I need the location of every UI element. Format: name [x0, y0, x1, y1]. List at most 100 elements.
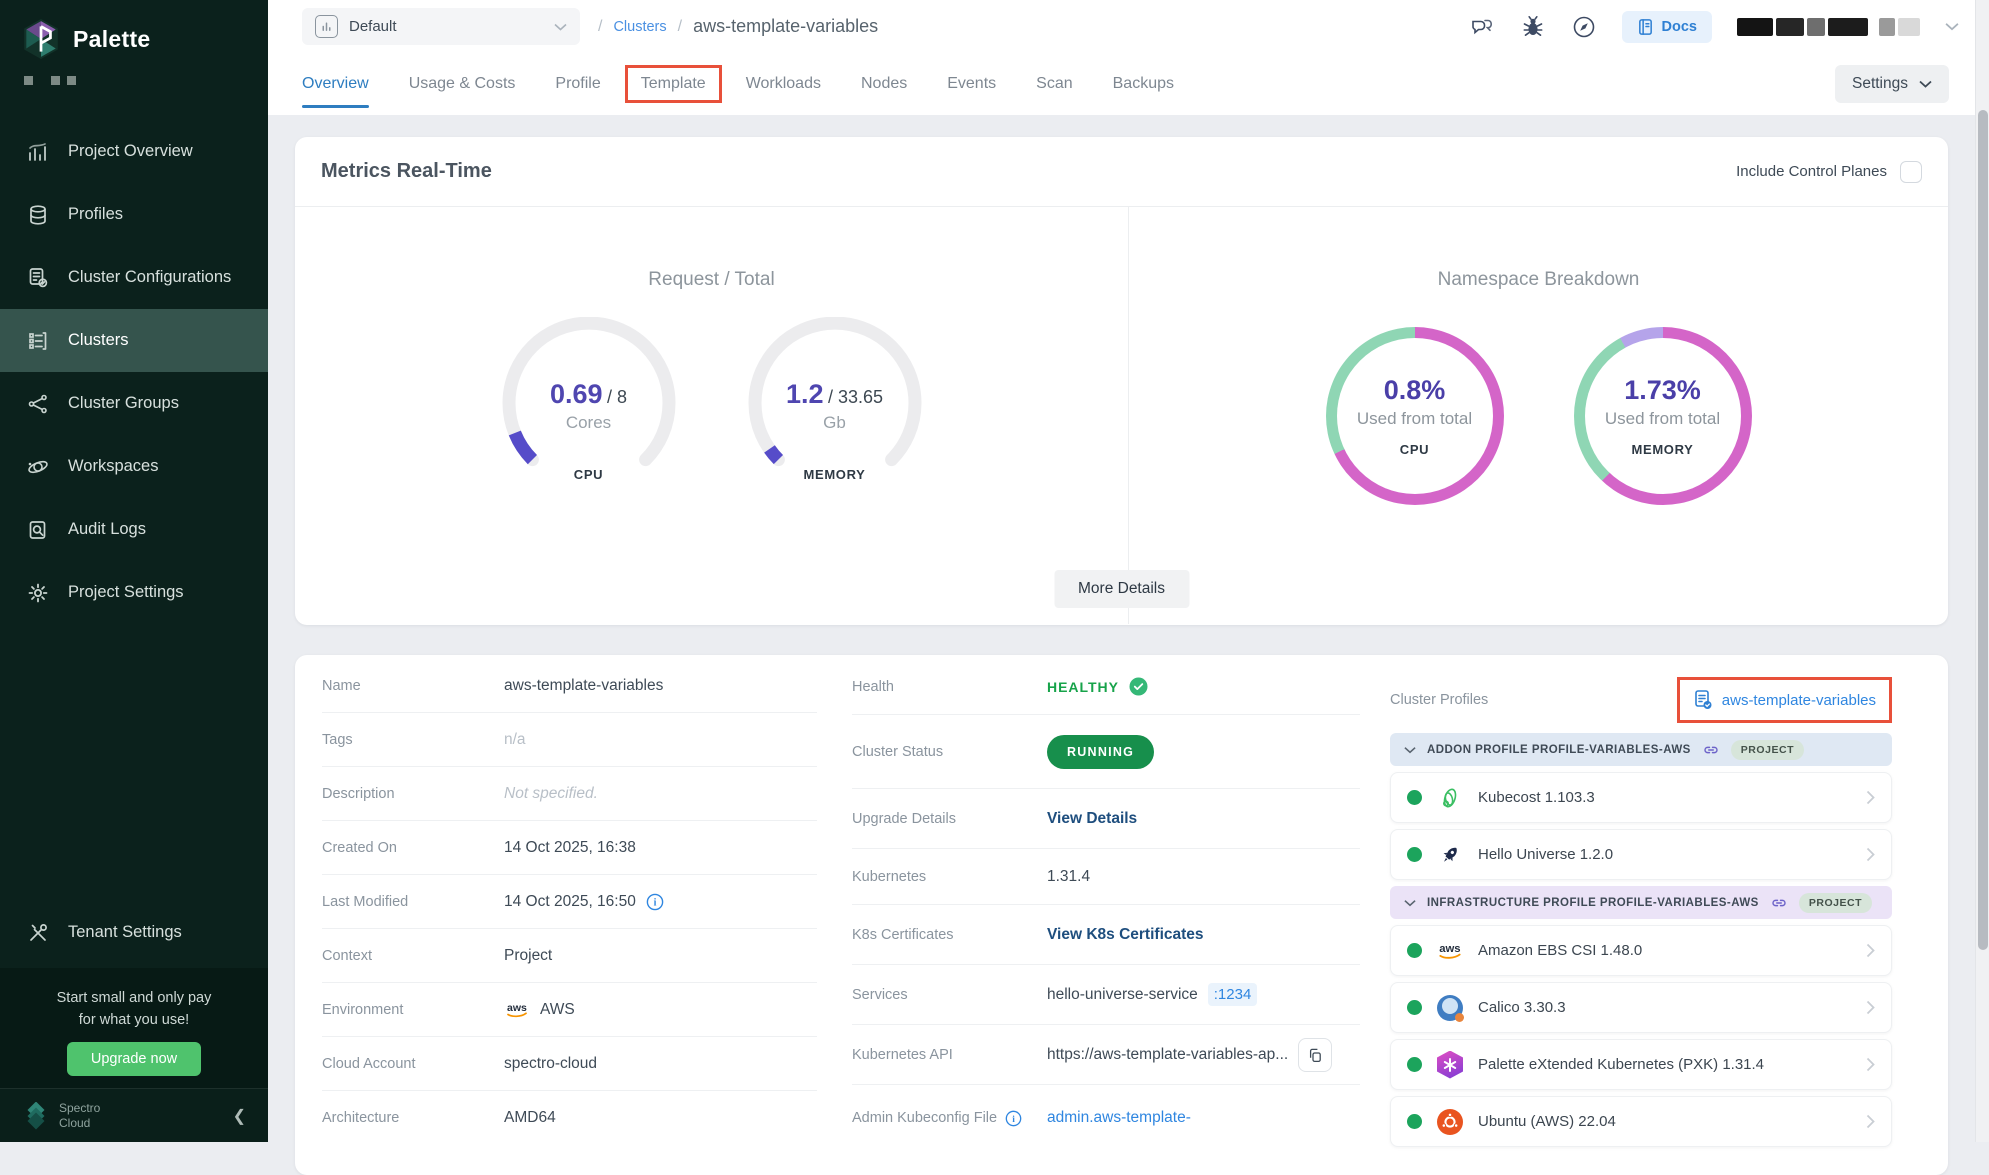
namespace-cpu-caption: Used from total — [1357, 409, 1472, 429]
architecture-value: AMD64 — [504, 1109, 556, 1127]
sidebar-item-audit-logs[interactable]: Audit Logs — [0, 498, 268, 561]
sidebar-item-project-overview[interactable]: Project Overview — [0, 120, 268, 183]
chevron-down-icon — [554, 23, 567, 31]
detail-row-kubernetes: Kubernetes 1.31.4 — [852, 849, 1360, 905]
page-scrollbar[interactable] — [1975, 0, 1989, 1142]
settings-button[interactable]: Settings — [1835, 65, 1949, 103]
health-status: HEALTHY — [1047, 679, 1119, 695]
admin-kubeconfig-link[interactable]: admin.aws-template- — [1047, 1109, 1191, 1127]
view-k8s-certificates-link[interactable]: View K8s Certificates — [1047, 926, 1204, 944]
upgrade-now-button[interactable]: Upgrade now — [67, 1042, 201, 1076]
profile-link-highlight-box: aws-template-variables — [1677, 677, 1892, 723]
profile-layer-pxk[interactable]: Palette eXtended Kubernetes (PXK) 1.31.4 — [1390, 1039, 1892, 1090]
chevron-right-icon — [1866, 1000, 1875, 1015]
view-details-link[interactable]: View Details — [1047, 810, 1137, 828]
detail-row-cloud-account: Cloud Account spectro-cloud — [322, 1037, 817, 1091]
kubernetes-api-value: https://aws-template-variables-ap... — [1047, 1046, 1288, 1064]
detail-row-created-on: Created On 14 Oct 2025, 16:38 — [322, 821, 817, 875]
info-icon[interactable]: i — [646, 893, 664, 911]
include-control-planes: Include Control Planes — [1736, 161, 1922, 183]
status-dot — [1407, 790, 1422, 805]
service-name-value: hello-universe-service — [1047, 986, 1198, 1004]
sidebar-collapse-chevron-icon[interactable]: ❮ — [233, 1106, 246, 1126]
context-value: Project — [504, 947, 552, 965]
include-control-planes-checkbox[interactable] — [1900, 161, 1922, 183]
user-menu-chevron-icon[interactable] — [1945, 22, 1959, 31]
sidebar-item-tenant-settings[interactable]: Tenant Settings — [0, 901, 268, 964]
memory-unit: Gb — [740, 413, 930, 433]
profile-layer-amazon-ebs-csi[interactable]: aws Amazon EBS CSI 1.48.0 — [1390, 925, 1892, 976]
calico-icon — [1436, 994, 1464, 1022]
tab-backups[interactable]: Backups — [1113, 53, 1174, 115]
sidebar-item-profiles[interactable]: Profiles — [0, 183, 268, 246]
infrastructure-profile-section-header[interactable]: INFRASTRUCTURE PROFILE PROFILE-VARIABLES… — [1390, 886, 1892, 919]
sidebar-item-workspaces[interactable]: Workspaces — [0, 435, 268, 498]
sidebar-item-label: Cluster Groups — [68, 394, 179, 413]
cluster-profile-link[interactable]: aws-template-variables — [1722, 692, 1876, 709]
memory-gauge: 1.2 / 33.65 Gb MEMORY — [740, 317, 930, 482]
clusters-icon — [26, 329, 50, 353]
spectro-cloud-logo-icon — [22, 1102, 50, 1130]
more-details-button[interactable]: More Details — [1054, 570, 1189, 608]
project-badge: PROJECT — [1731, 740, 1804, 760]
sidebar-item-label: Clusters — [68, 331, 129, 350]
breadcrumb-link-clusters[interactable]: Clusters — [613, 19, 666, 35]
service-port-link[interactable]: :1234 — [1208, 983, 1258, 1006]
sidebar-item-cluster-configurations[interactable]: Cluster Configurations — [0, 246, 268, 309]
sidebar-item-project-settings[interactable]: Project Settings — [0, 561, 268, 624]
tab-scan[interactable]: Scan — [1036, 53, 1072, 115]
tab-template[interactable]: Template — [641, 53, 706, 115]
created-on-value: 14 Oct 2025, 16:38 — [504, 839, 636, 857]
scrollbar-thumb[interactable] — [1978, 110, 1988, 950]
tab-overview[interactable]: Overview — [302, 53, 369, 115]
chevron-right-icon — [1866, 1114, 1875, 1129]
chat-icon[interactable] — [1469, 14, 1495, 40]
document-check-icon — [1693, 689, 1713, 711]
tab-workloads[interactable]: Workloads — [746, 53, 821, 115]
ubuntu-icon — [1436, 1108, 1464, 1136]
sidebar-item-label: Project Settings — [68, 583, 184, 602]
sidebar-item-clusters[interactable]: Clusters — [0, 309, 268, 372]
chevron-right-icon — [1866, 847, 1875, 862]
namespace-cpu-pct: 0.8% — [1384, 375, 1446, 406]
addon-profile-section-header[interactable]: ADDON PROFILE PROFILE-VARIABLES-AWS PROJ… — [1390, 733, 1892, 766]
cpu-unit: Cores — [494, 413, 684, 433]
last-modified-value: 14 Oct 2025, 16:50 — [504, 893, 636, 911]
docs-button[interactable]: Docs — [1622, 11, 1712, 43]
cpu-total-value: / 8 — [607, 387, 627, 407]
link-chain-icon — [1770, 894, 1788, 912]
breadcrumb: / Clusters / aws-template-variables — [598, 16, 878, 37]
memory-gauge-label: MEMORY — [740, 467, 930, 482]
tab-usage-costs[interactable]: Usage & Costs — [409, 53, 516, 115]
tab-nodes[interactable]: Nodes — [861, 53, 907, 115]
copy-button[interactable] — [1298, 1038, 1332, 1072]
user-menu[interactable] — [1737, 18, 1920, 36]
svg-text:aws: aws — [507, 1002, 527, 1014]
profile-layer-ubuntu[interactable]: Ubuntu (AWS) 22.04 — [1390, 1096, 1892, 1147]
compass-icon[interactable] — [1571, 14, 1597, 40]
info-icon[interactable]: i — [1005, 1110, 1022, 1127]
detail-row-kubernetes-api: Kubernetes API https://aws-template-vari… — [852, 1025, 1360, 1085]
link-chain-icon — [1702, 741, 1720, 759]
breadcrumb-separator: / — [598, 18, 602, 36]
namespace-memory-label: MEMORY — [1632, 442, 1694, 457]
tab-events[interactable]: Events — [947, 53, 996, 115]
project-selector-value: Default — [349, 18, 543, 35]
tab-profile[interactable]: Profile — [555, 53, 600, 115]
breadcrumb-current: aws-template-variables — [693, 16, 878, 37]
sidebar-item-cluster-groups[interactable]: Cluster Groups — [0, 372, 268, 435]
detail-row-cluster-status: Cluster Status RUNNING — [852, 715, 1360, 789]
detail-row-upgrade-details: Upgrade Details View Details — [852, 789, 1360, 849]
detail-row-last-modified: Last Modified 14 Oct 2025, 16:50 i — [322, 875, 817, 929]
profile-layer-kubecost[interactable]: Kubecost 1.103.3 — [1390, 772, 1892, 823]
detail-row-environment: Environment aws AWS — [322, 983, 817, 1037]
aws-icon: aws — [1436, 937, 1464, 965]
bug-report-icon[interactable] — [1520, 14, 1546, 40]
profile-layer-hello-universe[interactable]: Hello Universe 1.2.0 — [1390, 829, 1892, 880]
gear-icon — [26, 581, 50, 605]
chevron-down-icon — [1404, 746, 1416, 754]
profile-layer-calico[interactable]: Calico 3.30.3 — [1390, 982, 1892, 1033]
project-selector[interactable]: Default — [302, 8, 580, 45]
topbar: Default / Clusters / aws-template-variab… — [268, 0, 1989, 53]
brand-name: Palette — [73, 26, 151, 53]
